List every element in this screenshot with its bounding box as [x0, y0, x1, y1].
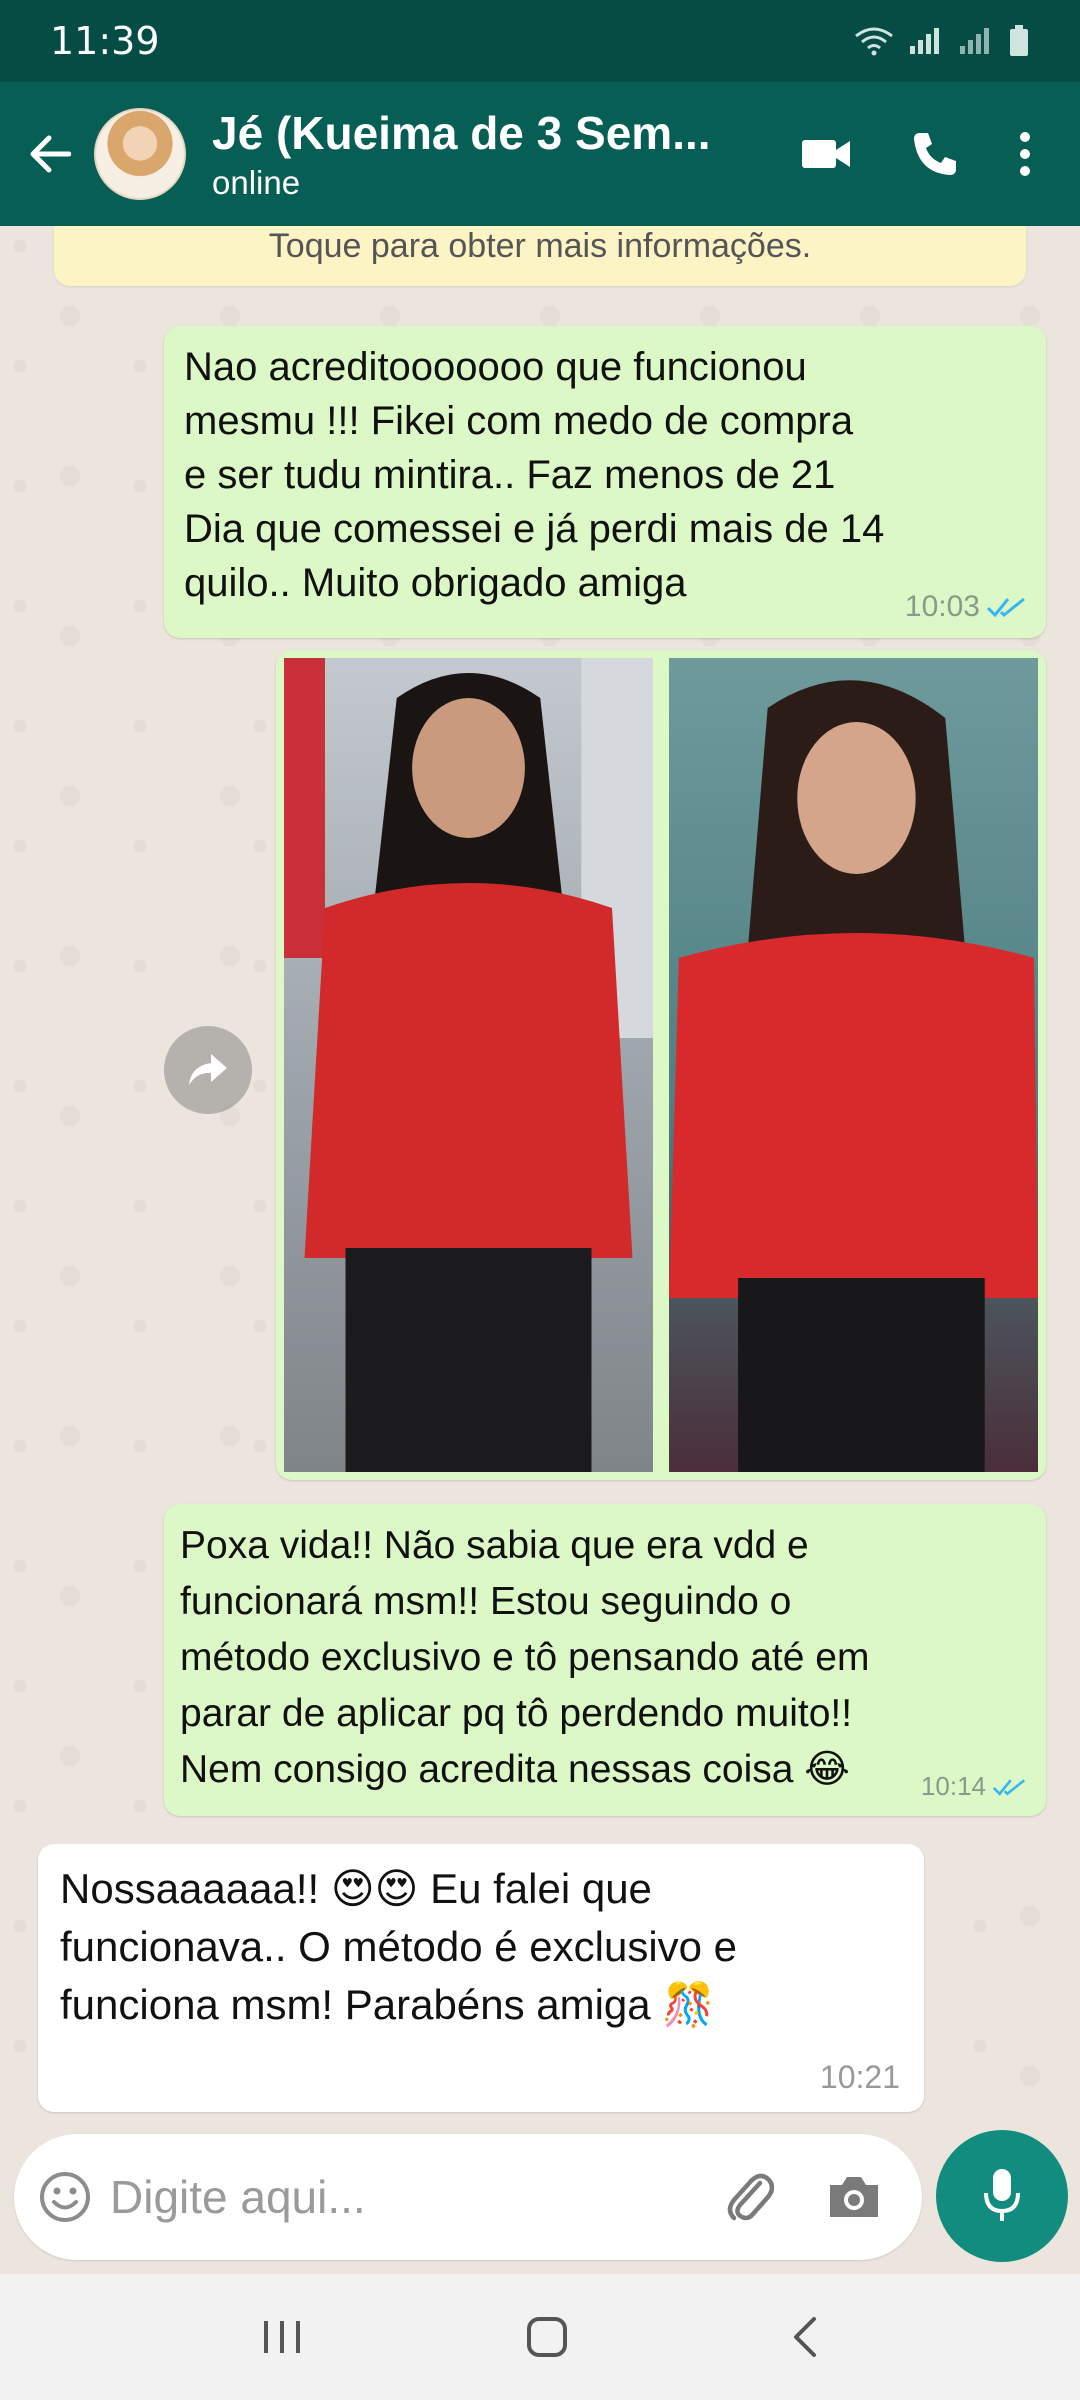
message-time: 10:14 — [920, 1771, 986, 1801]
header-actions — [800, 129, 1032, 179]
camera-icon[interactable] — [826, 2173, 882, 2221]
attach-icon[interactable] — [724, 2169, 774, 2225]
recent-apps-icon[interactable] — [260, 2317, 304, 2357]
chat-area[interactable]: Toque para obter mais informações. Nao a… — [0, 226, 1080, 2120]
back-nav-icon[interactable] — [790, 2315, 820, 2359]
after-photo-figure — [669, 680, 1038, 1472]
input-actions — [724, 2169, 882, 2225]
contact-avatar[interactable] — [94, 108, 186, 200]
message-text: Nossaaaaaa!! 😍😍 Eu falei que funcionava.… — [60, 1865, 738, 2028]
status-bar: 11:39 — [0, 0, 1080, 82]
system-nav-bar — [0, 2274, 1080, 2400]
double-check-icon — [986, 597, 1025, 618]
signal-2-icon — [960, 28, 989, 54]
message-bubble-outgoing[interactable]: Poxa vida!! Não sabia que era vdd e func… — [164, 1504, 1046, 1816]
voice-call-button[interactable] — [910, 129, 960, 179]
contact-info[interactable]: Jé (Kueima de 3 Sem... online — [212, 106, 800, 202]
message-meta: 10:03 — [905, 590, 1026, 624]
more-options-button[interactable] — [1018, 131, 1032, 177]
microphone-icon — [984, 2169, 1020, 2221]
message-bubble-incoming[interactable]: Nossaaaaaa!! 😍😍 Eu falei que funcionava.… — [38, 1844, 924, 2112]
message-time: 10:03 — [904, 590, 980, 623]
status-time: 11:39 — [50, 19, 160, 63]
mic-button[interactable] — [936, 2130, 1068, 2262]
status-icons — [854, 25, 1030, 57]
message-text: Poxa vida!! Não sabia que era vdd e func… — [180, 1524, 870, 1791]
double-check-icon — [992, 1778, 1026, 1796]
chat-header: Jé (Kueima de 3 Sem... online — [0, 82, 1080, 226]
message-meta: 10:14 — [921, 1771, 1026, 1802]
before-photo-figure — [284, 658, 653, 1472]
forward-arrow-icon — [189, 1054, 227, 1085]
message-time: 10:21 — [819, 2059, 900, 2095]
message-input[interactable] — [110, 2170, 724, 2224]
back-button[interactable] — [4, 82, 94, 226]
phone-icon — [914, 133, 956, 175]
contact-name: Jé (Kueima de 3 Sem... — [212, 107, 711, 159]
video-camera-icon — [802, 140, 850, 168]
message-text: Nao acreditooooooo que funcionou mesmu !… — [184, 345, 885, 605]
after-photo — [669, 658, 1038, 1472]
emoji-icon[interactable] — [38, 2170, 92, 2224]
image-message-bubble[interactable] — [276, 650, 1046, 1480]
message-meta: 10:21 — [820, 2059, 900, 2096]
wifi-icon — [855, 27, 893, 56]
message-bubble-outgoing[interactable]: Nao acreditooooooo que funcionou mesmu !… — [164, 326, 1046, 638]
before-after-image[interactable] — [284, 658, 1038, 1472]
video-call-button[interactable] — [800, 136, 852, 172]
info-banner[interactable]: Toque para obter mais informações. — [54, 226, 1026, 286]
message-input-bar — [14, 2134, 922, 2260]
before-photo — [284, 658, 653, 1472]
home-icon[interactable] — [525, 2315, 569, 2359]
contact-status: online — [212, 164, 301, 201]
forward-button[interactable] — [164, 1026, 252, 1114]
battery-icon — [1010, 25, 1028, 56]
signal-icon — [910, 28, 939, 54]
more-vert-icon — [1020, 132, 1030, 176]
arrow-left-icon — [30, 135, 71, 173]
